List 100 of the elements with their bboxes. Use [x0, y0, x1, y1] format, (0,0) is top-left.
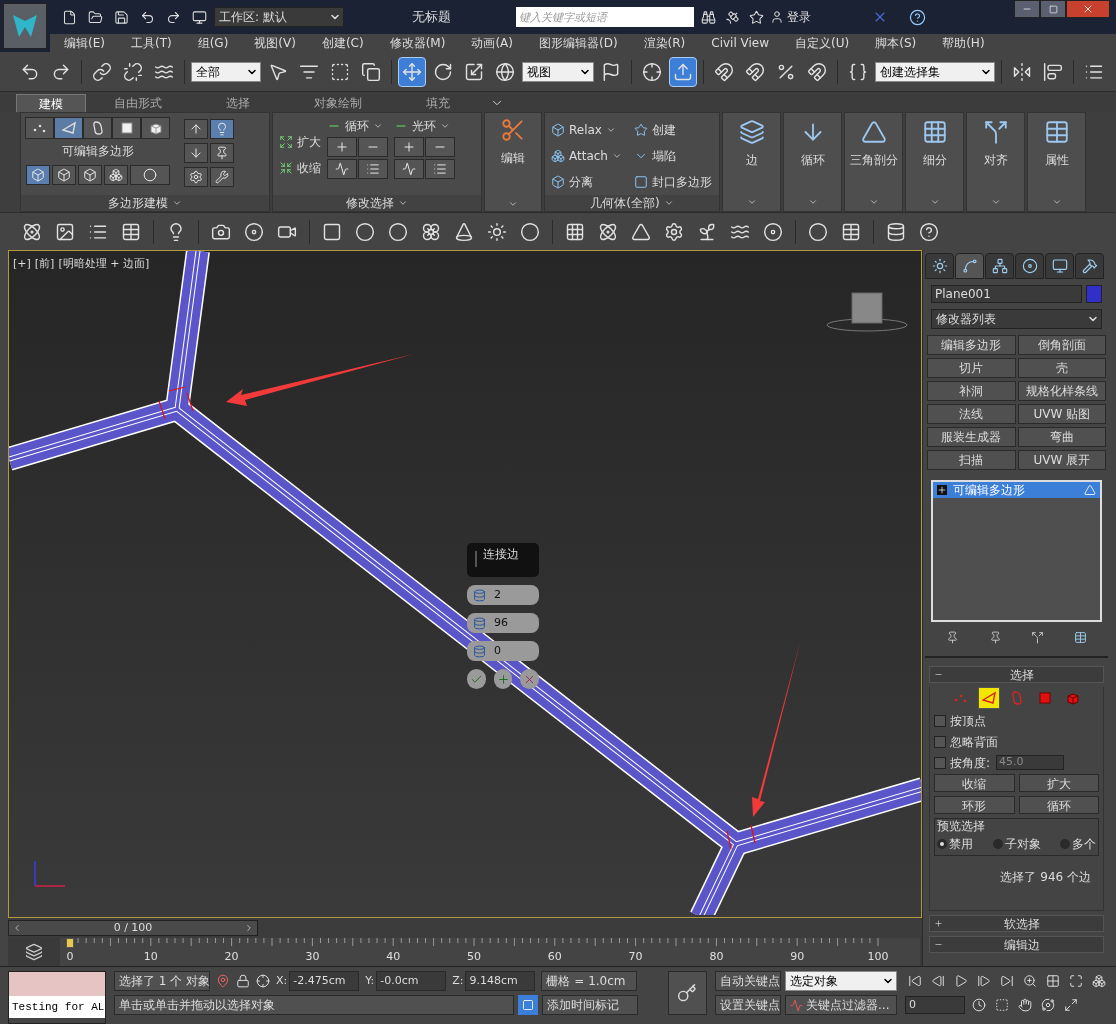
- menu-item[interactable]: 修改器(M): [389, 34, 446, 52]
- ribbon-big-button[interactable]: 边: [722, 112, 781, 212]
- ribbon-tab[interactable]: 选择: [190, 94, 286, 112]
- object-type-label: 可编辑多边形: [61, 143, 134, 160]
- menu-item[interactable]: 编辑(E): [64, 34, 105, 52]
- ribbon-big-button[interactable]: 三角剖分: [844, 112, 903, 212]
- caddy-spinner-field[interactable]: 0: [467, 641, 539, 661]
- ruler-label: 60: [547, 950, 562, 964]
- auto-key-button[interactable]: 自动关键点: [715, 971, 781, 991]
- geometry-button[interactable]: 创建: [634, 117, 713, 143]
- loop-dropdown[interactable]: 循环: [327, 117, 388, 135]
- ribbon-big-button[interactable]: 循环: [783, 112, 842, 212]
- selection-button[interactable]: 环形: [934, 796, 1015, 814]
- menu-item[interactable]: 自定义(U): [795, 34, 850, 52]
- set-key-button[interactable]: 设置关键点: [715, 995, 781, 1015]
- viewport-label[interactable]: [明暗处理 + 边面]: [58, 256, 150, 273]
- radio-label: 子对象: [1004, 836, 1041, 853]
- menu-item[interactable]: 帮助(H): [942, 34, 985, 52]
- key-mode-dropdown[interactable]: 选定对象: [785, 971, 897, 991]
- reference-coordinate-dropdown[interactable]: 视图: [522, 61, 594, 82]
- sign-in-button[interactable]: 登录: [770, 8, 850, 26]
- add-time-tag-field[interactable]: 添加时间标记: [542, 995, 638, 1015]
- radio-label: 禁用: [949, 836, 973, 853]
- coordinate-field[interactable]: -2.475cm: [289, 971, 360, 991]
- menu-item[interactable]: 脚本(S): [875, 34, 917, 52]
- geometry-dropdown[interactable]: Relax: [551, 117, 630, 143]
- workspace-dropdown[interactable]: 工作区: 默认: [214, 7, 344, 27]
- ring-dropdown[interactable]: 光环: [394, 117, 455, 135]
- key-filters-button[interactable]: 关键点过滤器...: [785, 995, 897, 1015]
- selection-button[interactable]: 收缩: [934, 774, 1015, 792]
- viewport-label[interactable]: [+]: [13, 256, 31, 273]
- ruler-label: 100: [867, 950, 889, 964]
- grid-size: 栅格 = 1.0cm: [541, 971, 638, 991]
- coordinate-field[interactable]: -0.0cm: [376, 971, 447, 991]
- modifier-button[interactable]: 弯曲: [1017, 427, 1106, 447]
- rollout-header[interactable]: 编辑边: [929, 936, 1104, 953]
- axis-label: Z:: [452, 972, 464, 989]
- current-frame-field[interactable]: 0: [905, 996, 965, 1014]
- menu-item[interactable]: 动画(A): [471, 34, 513, 52]
- panel-title: 几何体(全部): [590, 195, 660, 212]
- menu-item[interactable]: 渲染(R): [643, 34, 686, 52]
- menu-item[interactable]: 工具(T): [130, 34, 172, 52]
- modifier-list-dropdown[interactable]: 修改器列表: [931, 309, 1102, 329]
- caddy-spinner-field[interactable]: 96: [467, 613, 539, 633]
- menu-item[interactable]: 创建(C): [321, 34, 364, 52]
- selection-filter-dropdown[interactable]: 全部: [191, 61, 261, 82]
- modifier-button[interactable]: 扫描: [927, 450, 1016, 470]
- shrink-button[interactable]: 收缩: [279, 159, 321, 177]
- time-slider-thumb[interactable]: 0 / 100: [8, 920, 258, 936]
- ribbon-tab[interactable]: 自由形式: [90, 94, 186, 112]
- modifier-button[interactable]: 编辑多边形: [927, 335, 1016, 355]
- selection-status: 选择了 946 个边: [999, 869, 1092, 886]
- geometry-button[interactable]: 封口多边形: [634, 169, 713, 195]
- ruler-label: 50: [467, 950, 481, 964]
- caddy-title: 连接边: [467, 543, 539, 577]
- named-selection-dropdown[interactable]: 创建选择集: [875, 61, 995, 82]
- modifier-button[interactable]: 切片: [927, 358, 1016, 378]
- ruler-label: 40: [386, 950, 401, 964]
- modifier-button[interactable]: UVW 贴图: [1017, 404, 1106, 424]
- modifier-button[interactable]: 规格化样条线: [1017, 381, 1106, 401]
- viewport[interactable]: [+] [前] [明暗处理 + 边面] 连接边 2 96 0: [8, 250, 922, 918]
- ribbon-big-button[interactable]: 细分: [905, 112, 964, 212]
- modifier-button[interactable]: 服装生成器: [927, 427, 1016, 447]
- window-title: 无标题: [412, 8, 452, 27]
- menu-item[interactable]: 组(G): [197, 34, 229, 52]
- geometry-button[interactable]: 分离: [551, 169, 630, 195]
- geometry-dropdown[interactable]: Attach: [551, 143, 630, 169]
- menu-item[interactable]: 图形编辑器(D): [538, 34, 618, 52]
- axis-label: X:: [276, 972, 288, 989]
- maxscript-listener-field[interactable]: Testing for AL: [9, 996, 105, 1018]
- ruler-label: 80: [709, 950, 724, 964]
- coordinate-field[interactable]: 9.148cm: [465, 971, 536, 991]
- modifier-button[interactable]: 倒角剖面: [1017, 335, 1106, 355]
- menu-item[interactable]: Civil View: [711, 34, 770, 52]
- menu-item[interactable]: 视图(V): [254, 34, 296, 52]
- ruler-label: 0: [66, 950, 74, 964]
- geometry-button[interactable]: 塌陷: [634, 143, 713, 169]
- ribbon-tab[interactable]: 填充: [390, 94, 486, 112]
- modifier-button[interactable]: UVW 展开: [1017, 450, 1106, 470]
- rollout-header[interactable]: 选择: [929, 666, 1104, 683]
- checkbox-label: 按角度:: [950, 754, 991, 772]
- rollout-header[interactable]: 软选择: [929, 915, 1104, 932]
- selection-button[interactable]: 扩大: [1018, 774, 1099, 792]
- ribbon-big-button[interactable]: 对齐: [966, 112, 1025, 212]
- ribbon-tab[interactable]: 建模: [16, 94, 86, 112]
- modifier-stack-item[interactable]: 可编辑多边形: [933, 482, 1100, 498]
- search-field[interactable]: 键入关键字或短语: [516, 7, 694, 27]
- ribbon-tab[interactable]: 对象绘制: [290, 94, 386, 112]
- ribbon-big-button[interactable]: 属性: [1027, 112, 1086, 212]
- grow-button[interactable]: 扩大: [279, 133, 321, 151]
- modifier-button[interactable]: 壳: [1017, 358, 1106, 378]
- checkbox-label: 忽略背面: [950, 733, 998, 751]
- modifier-button[interactable]: 法线: [927, 404, 1016, 424]
- modifier-button[interactable]: 补洞: [927, 381, 1016, 401]
- edit-ribbon-button[interactable]: 编辑: [484, 112, 542, 212]
- selection-button[interactable]: 循环: [1018, 796, 1099, 814]
- caddy-spinner-field[interactable]: 2: [467, 585, 539, 605]
- object-name-field[interactable]: Plane001: [931, 285, 1082, 303]
- viewport-label[interactable]: [前]: [34, 256, 55, 273]
- panel-title: 修改选择: [346, 195, 394, 212]
